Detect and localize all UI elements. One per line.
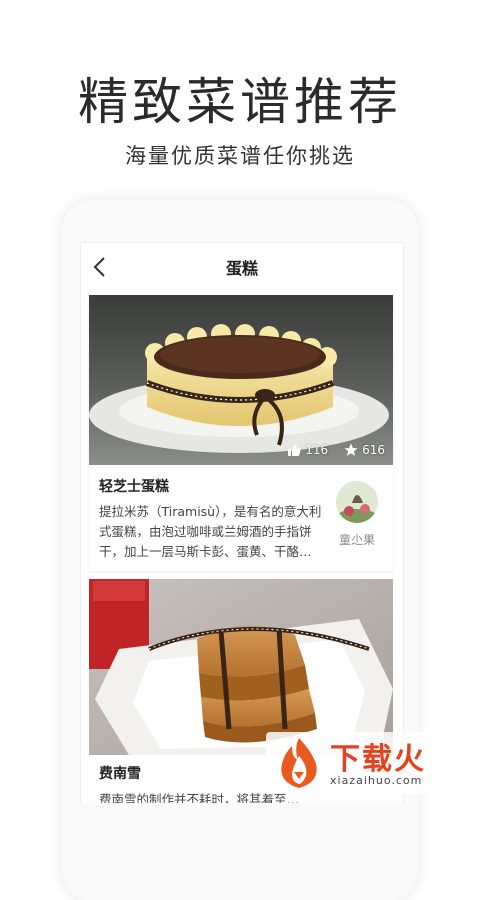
recipe-stats: 116 616 bbox=[287, 443, 385, 457]
like-count: 116 bbox=[305, 443, 329, 457]
app-screen: 蛋糕 116 616 轻芝士蛋糕 提拉米苏（Tiramisù），是有名的意大利式… bbox=[80, 242, 404, 803]
recipe-title: 轻芝士蛋糕 bbox=[99, 479, 169, 495]
thumbs-up-icon bbox=[288, 444, 301, 456]
recipe-description: 提拉米苏（Tiramisù），是有名的意大利式蛋糕，由泡过咖啡或兰姆酒的手指饼干… bbox=[99, 504, 322, 559]
recipe-card[interactable]: 116 616 轻芝士蛋糕 提拉米苏（Tiramisù），是有名的意大利式蛋糕，… bbox=[89, 295, 393, 571]
nav-title: 蛋糕 bbox=[225, 259, 258, 278]
watermark-url: xiazaihuo.com bbox=[330, 774, 423, 787]
recipe-title: 费南雪 bbox=[99, 766, 141, 782]
watermark-brand: 下载火 bbox=[330, 742, 426, 777]
promo-subtitle: 海量优质菜谱任你挑选 bbox=[125, 144, 355, 168]
star-icon bbox=[344, 443, 358, 456]
watermark: 下载火 xiazaihuo.com bbox=[266, 732, 472, 794]
flame-logo-icon bbox=[281, 738, 317, 788]
recipe-photo: 60 63 bbox=[89, 579, 393, 755]
recipe-photo: 116 616 bbox=[89, 295, 393, 465]
favorite-count: 616 bbox=[362, 443, 385, 457]
author-avatar[interactable] bbox=[336, 481, 378, 523]
author-name[interactable]: 童尐果 bbox=[329, 531, 385, 548]
nav-bar: 蛋糕 bbox=[81, 243, 403, 291]
promo-headline: 精致菜谱推荐 bbox=[78, 73, 402, 131]
